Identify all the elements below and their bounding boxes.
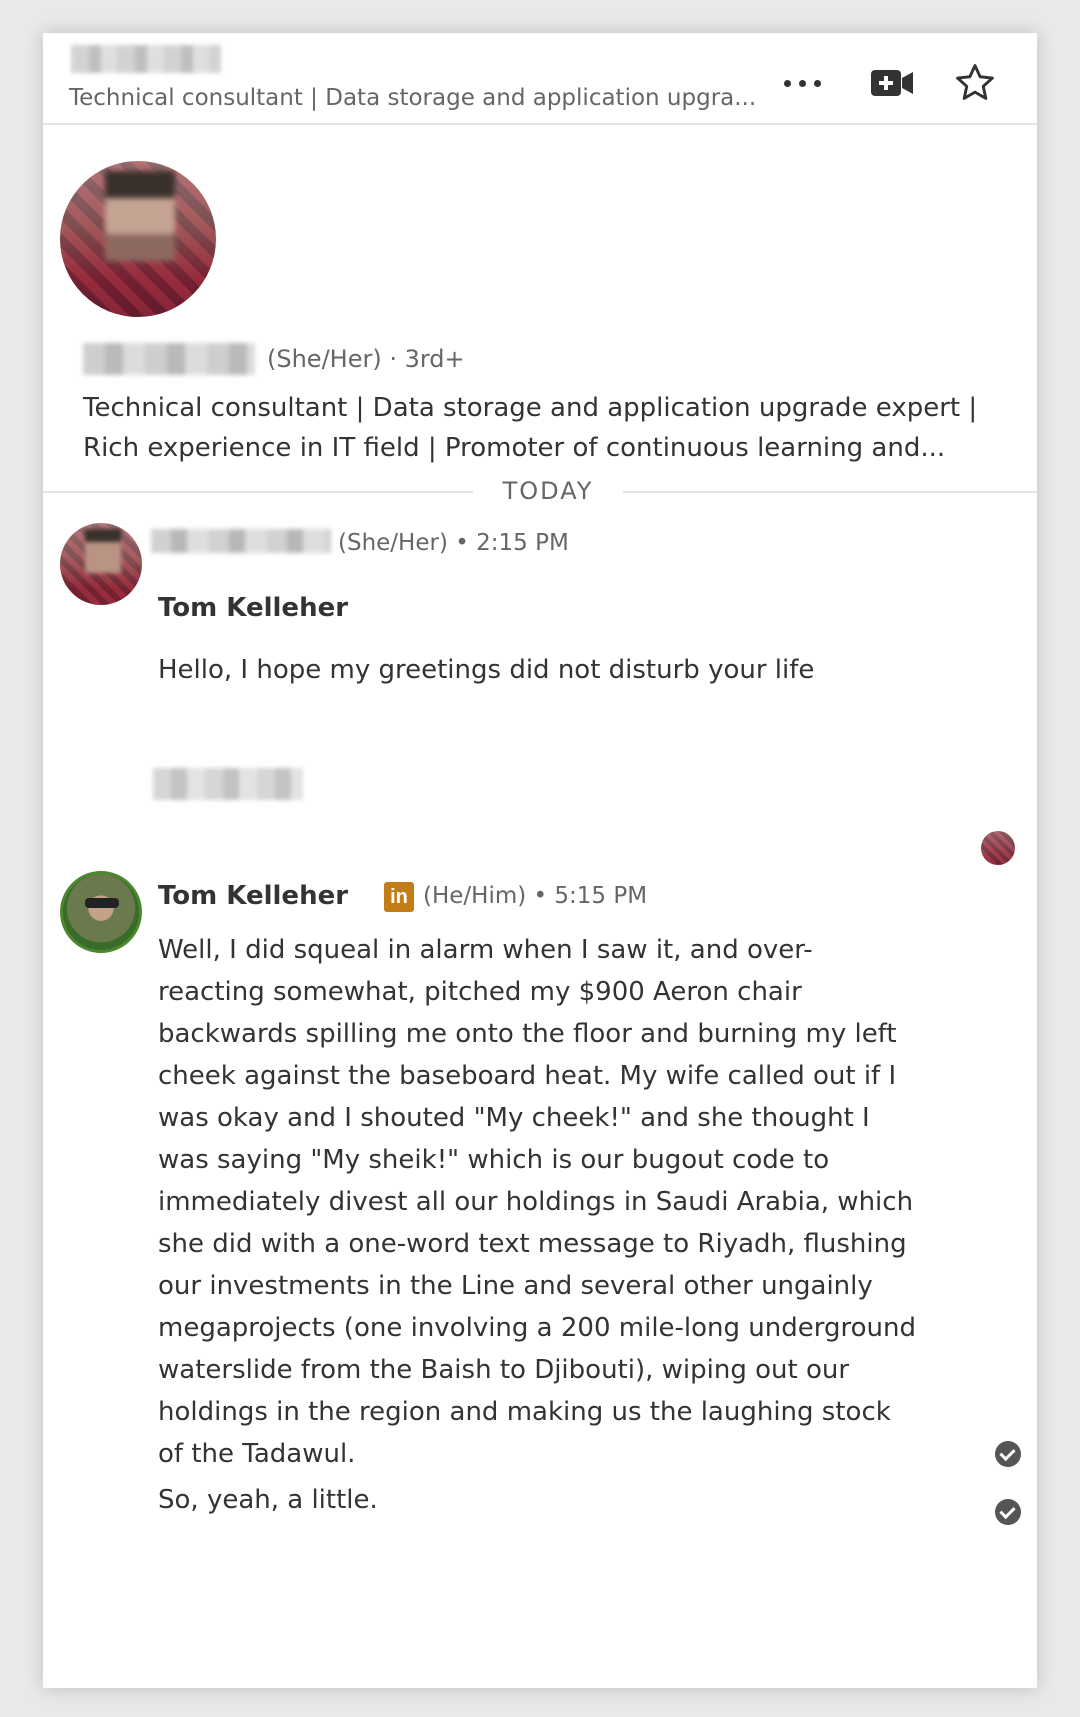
sent-check-icon [995,1441,1021,1467]
blurred-contact-name [71,45,221,73]
profile-headline: Technical consultant | Data storage and … [83,393,978,463]
blurred-content [153,768,303,800]
conversation-window: Technical consultant | Data storage and … [43,33,1037,1688]
more-icon[interactable] [776,57,828,109]
message-sender-name[interactable]: Tom Kelleher [158,881,348,911]
conversation-header: Technical consultant | Data storage and … [43,33,1037,125]
message-text: Hello, I hope my greetings did not distu… [158,655,815,685]
message-text: Well, I did squeal in alarm when I saw i… [158,935,916,1469]
read-receipt-avatar [981,831,1015,865]
date-divider-label: TODAY [473,477,623,505]
profile-pronouns-degree: (She/Her) · 3rd+ [267,345,465,373]
star-icon[interactable] [949,57,1001,109]
linkedin-badge-icon: in [384,882,414,912]
message-followup-text: So, yeah, a little. [158,1485,378,1515]
blurred-sender-name[interactable] [151,529,331,553]
video-call-icon[interactable] [866,57,918,109]
profile-avatar[interactable] [60,161,216,317]
tom-kelleher-avatar[interactable] [60,871,142,953]
message-recipient-line: Tom Kelleher [158,593,349,623]
sent-check-icon [995,1499,1021,1525]
sender-avatar[interactable] [60,523,142,605]
header-subtitle: Technical consultant | Data storage and … [69,85,757,111]
message-meta: (He/Him) • 5:15 PM [423,883,648,909]
blurred-profile-name[interactable] [83,343,255,375]
message-meta: (She/Her) • 2:15 PM [338,530,569,556]
